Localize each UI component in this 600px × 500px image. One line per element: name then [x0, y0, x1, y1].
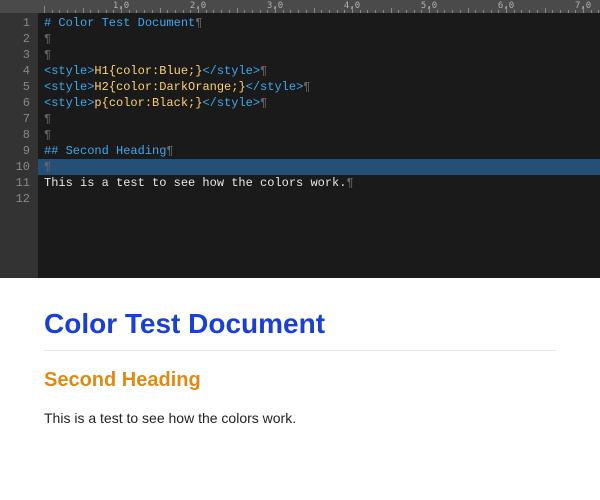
- html-tag-token: </style>: [202, 64, 260, 78]
- ruler-label: 1,0: [113, 1, 129, 11]
- pilcrow-icon: ¶: [260, 96, 267, 110]
- code-line[interactable]: ¶: [44, 111, 600, 127]
- pilcrow-icon: ¶: [303, 80, 310, 94]
- code-line[interactable]: [44, 191, 600, 207]
- pilcrow-icon: ¶: [166, 144, 173, 158]
- pilcrow-icon: ¶: [346, 176, 353, 190]
- pilcrow-icon: ¶: [260, 64, 267, 78]
- line-number-gutter: 123456789101112: [0, 13, 38, 278]
- pilcrow-icon: ¶: [44, 32, 51, 46]
- ruler-label: 7,0: [575, 1, 591, 11]
- html-tag-token: <style>: [44, 64, 94, 78]
- ruler-marks: 1,0 2,0 3,0 4,0 5,0 6,0 7,0: [44, 0, 600, 13]
- line-number: 10: [0, 159, 30, 175]
- code-area[interactable]: # Color Test Document¶ ¶ ¶ <style>H1{col…: [38, 13, 600, 278]
- css-rule-token: {color:Blue;}: [109, 64, 203, 78]
- ruler-label: 4,0: [344, 1, 360, 11]
- ruler-label: 6,0: [498, 1, 514, 11]
- ruler-label: 5,0: [421, 1, 437, 11]
- preview-pane: Color Test Document Second Heading This …: [0, 278, 600, 500]
- css-selector-token: H1: [94, 64, 108, 78]
- css-rule-token: {color:Black;}: [102, 96, 203, 110]
- preview-h2: Second Heading: [44, 369, 556, 392]
- line-number: 7: [0, 111, 30, 127]
- pilcrow-icon: ¶: [44, 112, 51, 126]
- pilcrow-icon: ¶: [44, 48, 51, 62]
- line-number: 1: [0, 15, 30, 31]
- css-selector-token: H2: [94, 80, 108, 94]
- code-line[interactable]: <style>H1{color:Blue;}</style>¶: [44, 63, 600, 79]
- preview-divider: [44, 350, 556, 351]
- code-line[interactable]: ¶: [44, 47, 600, 63]
- markdown-heading-token: ## Second Heading: [44, 144, 166, 158]
- line-number: 3: [0, 47, 30, 63]
- code-line-selected[interactable]: ¶: [38, 159, 600, 175]
- pilcrow-icon: ¶: [195, 16, 202, 30]
- ruler-label: 2,0: [190, 1, 206, 11]
- line-number: 2: [0, 31, 30, 47]
- plain-text-token: This is a test to see how the colors wor…: [44, 176, 346, 190]
- html-tag-token: <style>: [44, 96, 94, 110]
- code-line[interactable]: ¶: [44, 31, 600, 47]
- markdown-heading-token: # Color Test Document: [44, 16, 195, 30]
- ruler: 1,0 2,0 3,0 4,0 5,0 6,0 7,0: [0, 0, 600, 13]
- line-number: 4: [0, 63, 30, 79]
- line-number: 5: [0, 79, 30, 95]
- code-editor[interactable]: 123456789101112 # Color Test Document¶ ¶…: [0, 13, 600, 278]
- pilcrow-icon: ¶: [44, 128, 51, 142]
- preview-h1: Color Test Document: [44, 308, 556, 340]
- code-line[interactable]: ¶: [44, 127, 600, 143]
- css-rule-token: {color:DarkOrange;}: [109, 80, 246, 94]
- html-tag-token: <style>: [44, 80, 94, 94]
- css-selector-token: p: [94, 96, 101, 110]
- html-tag-token: </style>: [202, 96, 260, 110]
- html-tag-token: </style>: [246, 80, 304, 94]
- code-line[interactable]: # Color Test Document¶: [44, 15, 600, 31]
- line-number: 8: [0, 127, 30, 143]
- line-number: 6: [0, 95, 30, 111]
- code-line[interactable]: <style>H2{color:DarkOrange;}</style>¶: [44, 79, 600, 95]
- code-line[interactable]: This is a test to see how the colors wor…: [44, 175, 600, 191]
- code-line[interactable]: <style>p{color:Black;}</style>¶: [44, 95, 600, 111]
- line-number: 9: [0, 143, 30, 159]
- pilcrow-icon: ¶: [44, 160, 51, 174]
- line-number: 11: [0, 175, 30, 191]
- ruler-label: 3,0: [267, 1, 283, 11]
- line-number: 12: [0, 191, 30, 207]
- code-line[interactable]: ## Second Heading¶: [44, 143, 600, 159]
- preview-paragraph: This is a test to see how the colors wor…: [44, 410, 556, 426]
